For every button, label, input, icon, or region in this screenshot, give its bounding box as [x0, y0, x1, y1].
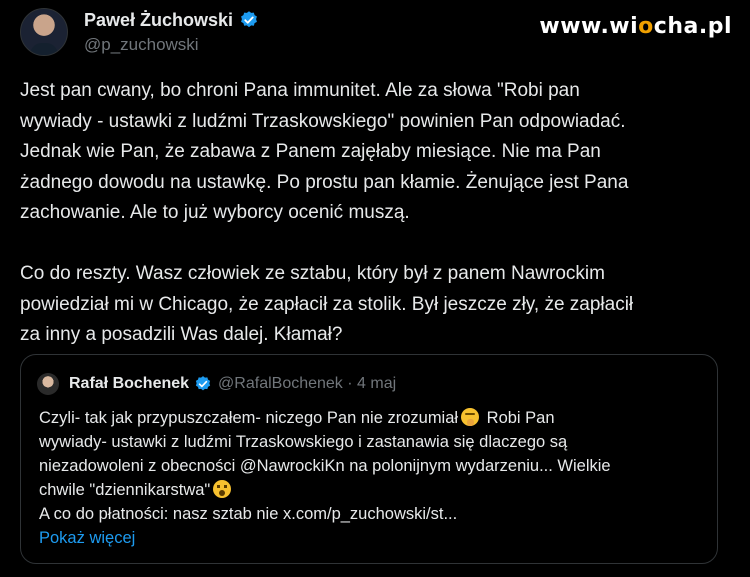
watermark-o: o — [638, 14, 654, 39]
verified-badge-icon — [195, 376, 211, 391]
quoted-line-2: wywiady- ustawki z ludźmi Trzaskowskiego… — [39, 433, 568, 451]
quoted-avatar[interactable] — [37, 373, 59, 395]
quoted-tweet-card[interactable]: Rafał Bochenek @RafalBochenek · 4 maj Cz… — [20, 354, 718, 564]
shushing-face-emoji-icon — [461, 408, 480, 426]
watermark: www.wiocha.pl — [539, 14, 732, 39]
quoted-line-4: chwile "dziennikarstwa" — [39, 481, 211, 499]
author-names: Paweł Żuchowski @p_zuchowski — [84, 10, 259, 55]
author-display-name[interactable]: Paweł Żuchowski — [84, 10, 259, 31]
author-handle[interactable]: @p_zuchowski — [84, 35, 259, 55]
verified-badge-icon — [241, 11, 257, 28]
quoted-line-1: Czyli- tak jak przypuszczałem- niczego P… — [39, 409, 459, 427]
quoted-author-name[interactable]: Rafał Bochenek — [69, 375, 189, 393]
quoted-line-5: A co do płatności: nasz sztab nie x.com/… — [39, 505, 458, 523]
astonished-face-emoji-icon — [213, 480, 232, 498]
avatar[interactable] — [20, 8, 68, 56]
quoted-line-3: niezadowoleni z obecności @NawrockiKn na… — [39, 457, 611, 475]
watermark-prefix: www.wi — [539, 14, 639, 39]
quoted-handle-date: @RafalBochenek · 4 maj — [218, 375, 397, 392]
quoted-tweet-header: Rafał Bochenek @RafalBochenek · 4 maj — [37, 373, 396, 395]
watermark-suffix: cha.pl — [653, 14, 732, 39]
quoted-line-1-after: Robi Pan — [482, 409, 555, 427]
tweet-author[interactable]: Paweł Żuchowski @p_zuchowski — [20, 8, 259, 56]
quoted-tweet-text: Czyli- tak jak przypuszczałem- niczego P… — [39, 406, 704, 526]
author-name-text[interactable]: Paweł Żuchowski — [84, 10, 233, 31]
tweet-text: Jest pan cwany, bo chroni Pana immunitet… — [20, 80, 634, 345]
show-more-link[interactable]: Pokaż więcej — [39, 529, 135, 548]
